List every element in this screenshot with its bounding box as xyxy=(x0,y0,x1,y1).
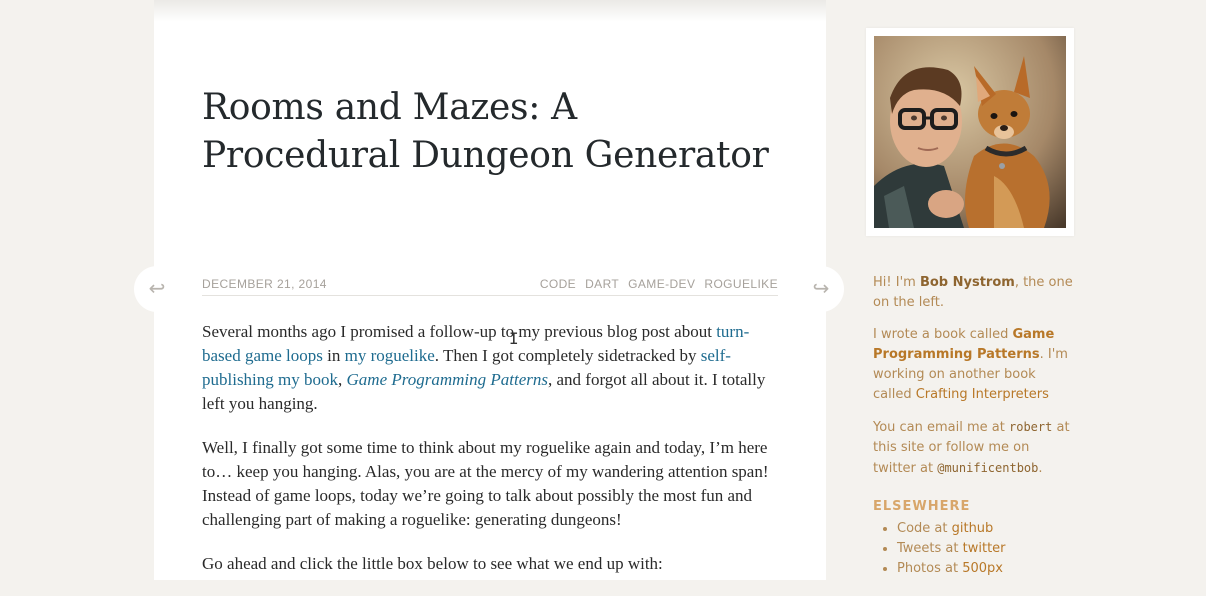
text: Several months ago I promised a follow-u… xyxy=(202,322,717,341)
link-crafting-interpreters[interactable]: Crafting Interpreters xyxy=(916,387,1049,402)
forward-arrow-icon: ↪ xyxy=(812,276,830,300)
link-500px[interactable]: 500px xyxy=(962,561,1003,576)
list-item: Code at github xyxy=(897,519,1073,539)
sidebar-book: I wrote a book called Game Programming P… xyxy=(873,325,1073,405)
tag-game-dev[interactable]: GAME-DEV xyxy=(628,277,695,291)
tag-dart[interactable]: DART xyxy=(585,277,619,291)
paragraph-2: Well, I finally got some time to think a… xyxy=(202,438,769,529)
top-shadow xyxy=(154,0,826,22)
link-game-programming-patterns[interactable]: Game Programming Patterns xyxy=(347,370,548,389)
text: Tweets at xyxy=(897,541,963,556)
text: . Then I got completely sidetracked by xyxy=(434,346,701,365)
tag-roguelike[interactable]: ROGUELIKE xyxy=(704,277,778,291)
text: Hi! I'm xyxy=(873,275,920,290)
tag-list: CODE DART GAME-DEV ROGUELIKE xyxy=(540,277,778,291)
email-user: robert xyxy=(1009,420,1053,434)
text: Code at xyxy=(897,521,952,536)
post-date: DECEMBER 21, 2014 xyxy=(202,277,327,291)
post-body: Several months ago I promised a follow-u… xyxy=(202,320,782,596)
text: Photos at xyxy=(897,561,963,576)
tag-code[interactable]: CODE xyxy=(540,277,576,291)
text: in xyxy=(322,346,345,365)
prev-post-button[interactable]: ↩ xyxy=(134,266,180,312)
link-my-roguelike[interactable]: my roguelike xyxy=(345,346,435,365)
paragraph-1: Several months ago I promised a follow-u… xyxy=(202,320,782,416)
paragraph-3: Go ahead and click the little box below … xyxy=(202,554,663,573)
sidebar: Hi! I'm Bob Nystrom, the one on the left… xyxy=(873,273,1073,579)
link-github[interactable]: github xyxy=(952,521,994,536)
return-arrow-icon: ↩ xyxy=(148,276,166,300)
elsewhere-list: Code at github Tweets at twitter Photos … xyxy=(873,519,1073,579)
author-photo-frame xyxy=(866,28,1074,236)
list-item: Photos at 500px xyxy=(897,559,1073,579)
post-title: Rooms and Mazes: A Procedural Dungeon Ge… xyxy=(202,87,769,176)
text-cursor-icon: I xyxy=(509,329,519,348)
link-twitter[interactable]: twitter xyxy=(963,541,1006,556)
elsewhere-heading: ELSEWHERE xyxy=(873,499,971,514)
sidebar-contact: You can email me at robert at this site … xyxy=(873,417,1073,479)
sidebar-intro: Hi! I'm Bob Nystrom, the one on the left… xyxy=(873,273,1073,313)
author-photo-image xyxy=(874,36,1066,228)
text: , xyxy=(338,370,347,389)
next-post-button[interactable]: ↪ xyxy=(798,266,844,312)
post-meta: DECEMBER 21, 2014 CODE DART GAME-DEV ROG… xyxy=(202,276,778,296)
text: . xyxy=(1038,461,1043,476)
list-item: Tweets at twitter xyxy=(897,539,1073,559)
text: I wrote a book called xyxy=(873,327,1013,342)
author-name: Bob Nystrom xyxy=(919,275,1015,290)
author-photo xyxy=(874,36,1066,228)
text: You can email me at xyxy=(873,420,1009,435)
link-twitter-handle[interactable]: @munificentbob xyxy=(937,461,1038,475)
